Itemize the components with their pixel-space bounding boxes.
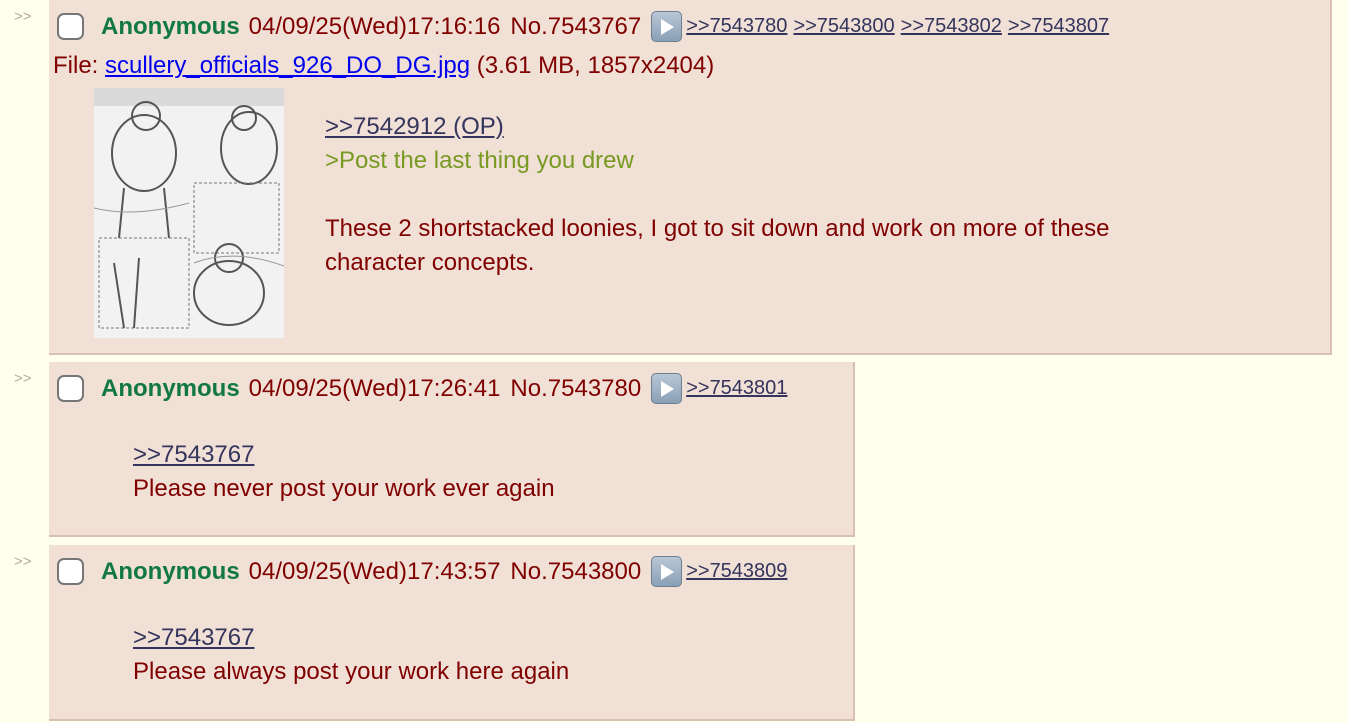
post-number[interactable]: No.7543800: [510, 558, 641, 586]
checkbox-icon[interactable]: [57, 13, 84, 40]
side-arrow: >>: [14, 553, 32, 570]
side-arrow: >>: [14, 370, 32, 387]
file-label: File:: [53, 52, 99, 79]
message-text: character concepts.: [325, 249, 535, 276]
post-number[interactable]: No.7543780: [510, 375, 641, 403]
post-7543800: Anonymous 04/09/25(Wed)17:43:57 No.75438…: [49, 545, 855, 721]
poster-name: Anonymous: [101, 374, 240, 402]
message-text: These 2 shortstacked loonies, I got to s…: [325, 215, 1110, 242]
play-icon[interactable]: [651, 11, 683, 42]
post-datetime: 04/09/25(Wed)17:43:57: [248, 557, 501, 585]
post-7543767: Anonymous 04/09/25(Wed)17:16:16 No.75437…: [49, 0, 1332, 355]
checkbox-icon[interactable]: [57, 558, 84, 585]
post-datetime: 04/09/25(Wed)17:26:41: [248, 374, 501, 402]
greentext: >Post the last thing you drew: [325, 147, 634, 174]
poster-name: Anonymous: [101, 12, 240, 40]
checkbox-icon[interactable]: [57, 375, 84, 402]
file-meta: (3.61 MB, 1857x2404): [476, 52, 715, 79]
quote-link[interactable]: >>7543767: [133, 624, 254, 651]
play-icon[interactable]: [651, 373, 683, 404]
message-text: Please never post your work ever again: [133, 475, 555, 502]
post-message: >>7542912 (OP) >Post the last thing you …: [325, 110, 1109, 280]
image-thumbnail[interactable]: [93, 88, 285, 338]
post-7543780: Anonymous 04/09/25(Wed)17:26:41 No.75437…: [49, 362, 855, 537]
post-message: >>7543767 Please always post your work h…: [133, 621, 569, 689]
file-link[interactable]: scullery_officials_926_DO_DG.jpg: [105, 52, 470, 79]
quote-link[interactable]: >>7542912 (OP): [325, 113, 504, 140]
backlink[interactable]: >>7543800: [793, 15, 894, 38]
play-icon[interactable]: [651, 556, 683, 587]
post-number[interactable]: No.7543767: [510, 13, 641, 41]
backlink[interactable]: >>7543807: [1008, 15, 1109, 38]
file-info: File: scullery_officials_926_DO_DG.jpg (…: [53, 52, 714, 80]
backlink[interactable]: >>7543801: [686, 377, 787, 400]
post-info: Anonymous 04/09/25(Wed)17:26:41 No.75437…: [57, 373, 793, 404]
post-datetime: 04/09/25(Wed)17:16:16: [248, 12, 501, 40]
backlink[interactable]: >>7543802: [901, 15, 1002, 38]
post-info: Anonymous 04/09/25(Wed)17:43:57 No.75438…: [57, 556, 793, 587]
poster-name: Anonymous: [101, 557, 240, 585]
backlink[interactable]: >>7543809: [686, 560, 787, 583]
post-message: >>7543767 Please never post your work ev…: [133, 438, 555, 506]
quote-link[interactable]: >>7543767: [133, 441, 254, 468]
backlink[interactable]: >>7543780: [686, 15, 787, 38]
side-arrow: >>: [14, 8, 32, 25]
post-info: Anonymous 04/09/25(Wed)17:16:16 No.75437…: [57, 11, 1115, 42]
message-text: Please always post your work here again: [133, 658, 570, 685]
